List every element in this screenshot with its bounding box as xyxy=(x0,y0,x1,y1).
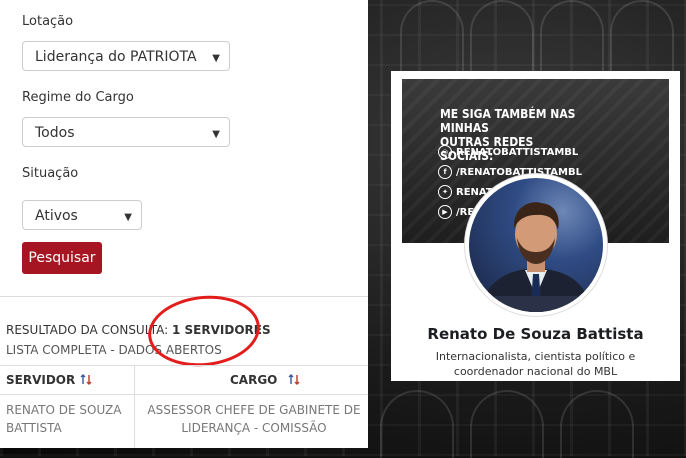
column-separator xyxy=(134,365,135,448)
cell-text: LIDERANÇA - COMISSÃO xyxy=(181,421,327,435)
person-icon xyxy=(479,202,593,312)
regime-value: Todos xyxy=(35,125,75,141)
table-header: SERVIDOR CARGO xyxy=(0,365,368,395)
divider xyxy=(0,296,368,297)
sort-icon[interactable] xyxy=(288,374,300,386)
results-prefix: RESULTADO DA CONSULTA: xyxy=(6,323,169,337)
cover-heading-line: ME SIGA TAMBÉM NAS MINHAS xyxy=(440,107,576,135)
cell-servidor: RENATO DE SOUZA BATTISTA xyxy=(6,401,121,437)
social-facebook: f /RENATOBATTISTAMBL xyxy=(438,165,582,179)
youtube-icon: ▶ xyxy=(438,205,452,219)
social-instagram: ◎ RENATOBATTISTAMBL xyxy=(438,145,578,159)
twitter-icon: ✦ xyxy=(438,185,452,199)
instagram-icon: ◎ xyxy=(438,145,452,159)
profile-name: Renato De Souza Battista xyxy=(427,325,644,343)
chevron-down-icon: ▼ xyxy=(212,129,220,140)
cell-text: RENATO DE SOUZA xyxy=(6,403,122,417)
chevron-down-icon: ▼ xyxy=(124,212,132,223)
regime-label: Regime do Cargo xyxy=(22,90,134,105)
cell-text: BATTISTA xyxy=(6,421,62,435)
regime-select[interactable]: Todos ▼ xyxy=(22,117,230,147)
facebook-icon: f xyxy=(438,165,452,179)
lotacao-label: Lotação xyxy=(22,14,74,29)
lotacao-value: Liderança do PATRIOTA xyxy=(35,49,197,65)
column-header-servidor[interactable]: SERVIDOR xyxy=(6,373,75,387)
avatar-photo xyxy=(469,178,603,312)
chevron-down-icon: ▼ xyxy=(212,53,220,64)
search-button[interactable]: Pesquisar xyxy=(22,242,102,274)
profile-bio: Internacionalista, cientista político e … xyxy=(435,350,636,378)
cell-text: ASSESSOR CHEFE DE GABINETE DE xyxy=(147,403,361,417)
social-text: RENATOBATTISTAMBL xyxy=(456,146,579,158)
sort-icon[interactable] xyxy=(80,374,92,386)
situacao-value: Ativos xyxy=(35,208,78,224)
cell-cargo: ASSESSOR CHEFE DE GABINETE DE LIDERANÇA … xyxy=(140,401,368,437)
search-panel: Lotação Liderança do PATRIOTA ▼ Regime d… xyxy=(0,0,368,448)
situacao-label: Situação xyxy=(22,166,79,181)
situacao-select[interactable]: Ativos ▼ xyxy=(22,200,142,230)
avatar[interactable] xyxy=(465,174,607,316)
red-highlight-circle xyxy=(144,290,264,372)
column-header-cargo[interactable]: CARGO xyxy=(230,373,277,387)
profile-card: ME SIGA TAMBÉM NAS MINHAS OUTRAS REDES S… xyxy=(391,71,680,381)
lotacao-select[interactable]: Liderança do PATRIOTA ▼ xyxy=(22,41,230,71)
